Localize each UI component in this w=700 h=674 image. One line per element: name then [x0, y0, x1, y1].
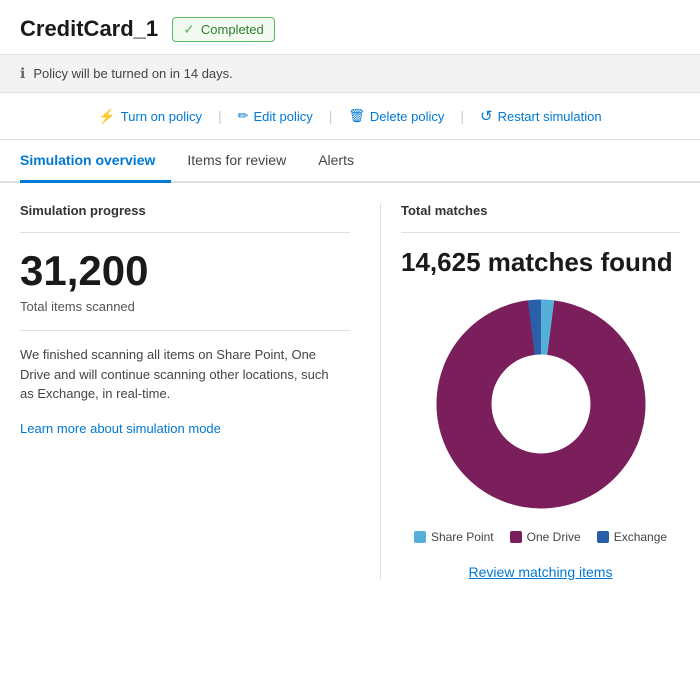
- sharepoint-dot: [414, 531, 426, 543]
- review-matching-items-link[interactable]: Review matching items: [401, 564, 680, 580]
- banner-message: Policy will be turned on in 14 days.: [33, 66, 232, 81]
- total-items-number: 31,200: [20, 247, 350, 295]
- restart-icon: ↺: [480, 107, 493, 125]
- donut-chart: [431, 294, 651, 514]
- simulation-section-label: Simulation progress: [20, 203, 350, 218]
- lightning-icon: ⚡: [98, 108, 115, 125]
- restart-simulation-button[interactable]: ↺ Restart simulation: [472, 103, 610, 129]
- delete-policy-label: Delete policy: [370, 109, 444, 124]
- donut-svg: [431, 294, 651, 514]
- chart-legend: Share Point One Drive Exchange: [401, 530, 680, 544]
- onedrive-label: One Drive: [527, 530, 581, 544]
- pencil-icon: ✏: [238, 108, 249, 124]
- check-icon: ✓: [183, 21, 195, 38]
- edit-policy-button[interactable]: ✏ Edit policy: [230, 104, 321, 128]
- onedrive-dot: [510, 531, 522, 543]
- divider-1: |: [218, 108, 222, 124]
- learn-more-link[interactable]: Learn more about simulation mode: [20, 421, 221, 436]
- legend-sharepoint: Share Point: [414, 530, 494, 544]
- simulation-panel: Simulation progress 31,200 Total items s…: [20, 203, 380, 580]
- matches-section-label: Total matches: [401, 203, 680, 218]
- restart-simulation-label: Restart simulation: [498, 109, 602, 124]
- info-icon: ℹ: [20, 65, 25, 82]
- tab-bar: Simulation overview Items for review Ale…: [0, 140, 700, 183]
- donut-hole: [492, 356, 589, 453]
- divider-mid-left: [20, 330, 350, 331]
- tab-simulation-overview[interactable]: Simulation overview: [20, 140, 171, 183]
- legend-exchange: Exchange: [597, 530, 667, 544]
- status-label: Completed: [201, 22, 264, 37]
- matches-panel: Total matches 14,625 matches found Share…: [401, 203, 680, 580]
- divider-3: |: [460, 108, 464, 124]
- divider-2: |: [329, 108, 333, 124]
- delete-policy-button[interactable]: 🗑 Delete policy: [340, 104, 452, 128]
- turn-policy-button[interactable]: ⚡ Turn on policy: [90, 104, 210, 129]
- exchange-label: Exchange: [614, 530, 667, 544]
- legend-onedrive: One Drive: [510, 530, 581, 544]
- simulation-description: We finished scanning all items on Share …: [20, 345, 340, 404]
- trash-icon: 🗑: [348, 108, 365, 124]
- toolbar: ⚡ Turn on policy | ✏ Edit policy | 🗑 Del…: [0, 93, 700, 140]
- page-title: CreditCard_1: [20, 16, 158, 42]
- edit-policy-label: Edit policy: [254, 109, 313, 124]
- tab-alerts[interactable]: Alerts: [302, 140, 370, 183]
- vertical-divider: [380, 203, 381, 580]
- divider-top-right: [401, 232, 680, 233]
- divider-top-left: [20, 232, 350, 233]
- page-header: CreditCard_1 ✓ Completed: [0, 0, 700, 54]
- total-items-label: Total items scanned: [20, 299, 350, 314]
- main-content: Simulation progress 31,200 Total items s…: [0, 183, 700, 600]
- matches-number: 14,625 matches found: [401, 247, 680, 278]
- status-badge: ✓ Completed: [172, 17, 275, 42]
- exchange-dot: [597, 531, 609, 543]
- info-banner: ℹ Policy will be turned on in 14 days.: [0, 54, 700, 93]
- tab-items-for-review[interactable]: Items for review: [171, 140, 302, 183]
- sharepoint-label: Share Point: [431, 530, 494, 544]
- turn-policy-label: Turn on policy: [121, 109, 202, 124]
